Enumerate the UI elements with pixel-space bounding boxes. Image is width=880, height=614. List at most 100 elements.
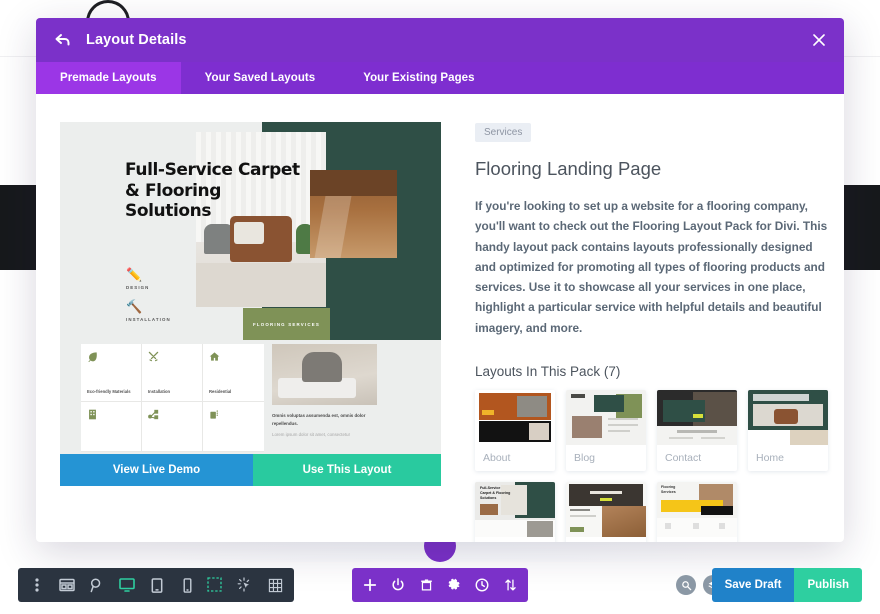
preview-feature-design: ✏️ DESIGN <box>126 268 149 290</box>
layout-card-label: Services <box>657 537 737 542</box>
back-arrow-icon[interactable] <box>54 31 72 49</box>
background-dark-block-right <box>841 185 880 270</box>
tab-label: Your Existing Pages <box>363 72 474 84</box>
preview-feature-grid: Eco-friendly Materials Installation <box>81 344 264 452</box>
layout-thumbnail: FlooringServices <box>657 482 737 537</box>
layout-card-label: About <box>475 445 555 471</box>
save-draft-button[interactable]: Save Draft <box>712 568 795 602</box>
layout-card-label: Blog <box>566 445 646 471</box>
preview-hero-photo-secondary <box>310 170 397 258</box>
layout-thumbnail <box>566 390 646 445</box>
layout-card-contact[interactable]: Contact <box>657 390 737 471</box>
preview-hero-tag: FLOORING SERVICES <box>243 308 330 340</box>
publish-button[interactable]: Publish <box>794 568 862 602</box>
preview-grid-label: Installation <box>148 389 170 395</box>
pencil-icon: ✏️ <box>126 268 149 281</box>
layout-card-label: Home <box>748 445 828 471</box>
plus-icon[interactable] <box>356 568 384 602</box>
layout-thumbnail <box>475 390 555 445</box>
pack-section-title: Layouts In This Pack (7) <box>475 364 828 379</box>
modal-title: Layout Details <box>86 32 187 48</box>
layout-card-home[interactable]: Home <box>748 390 828 471</box>
preview-features-area: Eco-friendly Materials Installation <box>60 340 441 454</box>
kebab-menu-icon[interactable] <box>22 568 52 602</box>
hammer-icon: 🔨 <box>126 300 171 313</box>
layout-card-services[interactable]: FlooringServices Services <box>657 482 737 542</box>
network-icon <box>148 409 196 420</box>
layout-preview-image: Full-Service Carpet & Flooring Solutions… <box>60 122 441 454</box>
layout-card-label: Landing <box>475 537 555 542</box>
leaf-icon <box>87 351 135 362</box>
preview-grid-label: Eco-friendly Materials <box>87 389 131 395</box>
grid-icon[interactable] <box>260 568 290 602</box>
screen: Layout Details Premade Layouts Your Save… <box>0 0 880 614</box>
preview-action-buttons: View Live Demo Use This Layout <box>60 454 441 486</box>
layout-card-label: Contact <box>657 445 737 471</box>
layouts-grid: About Blog Contact <box>475 390 828 542</box>
toolbar-actions-group <box>352 568 528 602</box>
layout-description: If you're looking to set up a website fo… <box>475 196 828 338</box>
desktop-icon[interactable] <box>112 568 142 602</box>
use-this-layout-button[interactable]: Use This Layout <box>253 454 441 486</box>
builder-bottom-toolbar: ? Save Draft Publish <box>0 556 880 614</box>
modal-tabbar: Premade Layouts Your Saved Layouts Your … <box>36 62 844 94</box>
toolbar-view-group <box>18 568 206 602</box>
select-area-icon[interactable] <box>200 568 230 602</box>
preview-grid-cell: Eco-friendly Materials <box>81 344 142 402</box>
layout-details-modal: Layout Details Premade Layouts Your Save… <box>36 18 844 542</box>
publish-controls: Save Draft Publish <box>712 568 862 602</box>
wireframe-icon[interactable] <box>52 568 82 602</box>
preview-side-photo <box>272 344 377 405</box>
category-badge: Services <box>475 123 531 142</box>
layout-thumbnail <box>566 482 646 537</box>
preview-hero-title: Full-Service Carpet & Flooring Solutions <box>125 160 305 222</box>
search-icon[interactable] <box>676 575 696 595</box>
tab-label: Premade Layouts <box>60 72 157 84</box>
preview-grid-cell: Installation <box>142 344 203 402</box>
view-live-demo-button[interactable]: View Live Demo <box>60 454 253 486</box>
preview-grid-cell <box>203 402 264 452</box>
tab-your-existing-pages[interactable]: Your Existing Pages <box>339 62 498 94</box>
preview-feature-label: DESIGN <box>126 285 149 290</box>
layout-thumbnail <box>657 390 737 445</box>
home-icon <box>209 351 258 362</box>
modal-body: Full-Service Carpet & Flooring Solutions… <box>36 94 844 542</box>
tablet-icon[interactable] <box>142 568 172 602</box>
preview-hero: Full-Service Carpet & Flooring Solutions… <box>60 122 441 340</box>
trash-icon[interactable] <box>412 568 440 602</box>
layout-card-landing[interactable]: Full-ServiceCarpet & FlooringSolutions L… <box>475 482 555 542</box>
layout-detail-column: Services Flooring Landing Page If you're… <box>441 122 828 518</box>
gear-icon[interactable] <box>440 568 468 602</box>
sort-arrows-icon[interactable] <box>496 568 524 602</box>
page-title: Flooring Landing Page <box>475 158 828 180</box>
layout-thumbnail <box>748 390 828 445</box>
zoom-out-icon[interactable] <box>82 568 112 602</box>
preview-grid-label: Residential <box>209 389 231 395</box>
history-clock-icon[interactable] <box>468 568 496 602</box>
toolbar-edit-group <box>196 568 294 602</box>
close-icon[interactable] <box>808 29 830 51</box>
layout-card-label: Flooring S... <box>566 537 646 542</box>
click-cursor-icon[interactable] <box>230 568 260 602</box>
layout-preview-column: Full-Service Carpet & Flooring Solutions… <box>60 122 441 518</box>
preview-grid-cell: Residential <box>203 344 264 402</box>
package-icon <box>209 409 258 420</box>
preview-grid-cell <box>142 402 203 452</box>
tools-icon <box>148 351 196 362</box>
layout-card-about[interactable]: About <box>475 390 555 471</box>
layout-card-blog[interactable]: Blog <box>566 390 646 471</box>
tab-your-saved-layouts[interactable]: Your Saved Layouts <box>181 62 340 94</box>
preview-grid-cell <box>81 402 142 452</box>
preview-side-text-sub: Lorem ipsum dolor sit amet, consectetur <box>272 431 374 439</box>
layout-card-flooring-services[interactable]: Flooring S... <box>566 482 646 542</box>
preview-side-text: Omnis voluptas assumenda est, omnis dolo… <box>272 412 374 439</box>
preview-side-text-main: Omnis voluptas assumenda est, omnis dolo… <box>272 413 365 426</box>
layout-thumbnail: Full-ServiceCarpet & FlooringSolutions <box>475 482 555 537</box>
tab-premade-layouts[interactable]: Premade Layouts <box>36 62 181 94</box>
power-icon[interactable] <box>384 568 412 602</box>
preview-feature-label: INSTALLATION <box>126 317 171 322</box>
building-icon <box>87 409 135 420</box>
preview-feature-installation: 🔨 INSTALLATION <box>126 300 171 322</box>
tab-label: Your Saved Layouts <box>205 72 316 84</box>
modal-header: Layout Details <box>36 18 844 62</box>
